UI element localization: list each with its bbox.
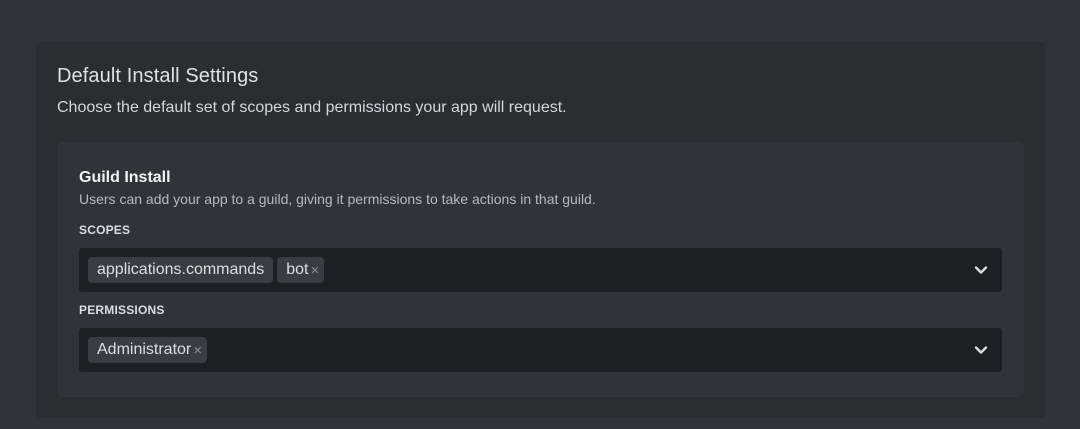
scope-tag-bot: bot ×	[277, 257, 325, 283]
scopes-label: SCOPES	[79, 223, 131, 237]
default-install-settings-card: Default Install Settings Choose the defa…	[36, 42, 1045, 418]
section-title: Default Install Settings	[57, 65, 259, 87]
permissions-label: PERMISSIONS	[79, 303, 165, 317]
guild-install-description: Users can add your app to a guild, givin…	[79, 191, 596, 207]
guild-install-title: Guild Install	[79, 169, 171, 186]
remove-permission-administrator-icon[interactable]: ×	[193, 342, 202, 359]
remove-scope-bot-icon[interactable]: ×	[310, 262, 319, 279]
permission-tag-label: Administrator	[97, 341, 192, 358]
guild-install-card: Guild Install Users can add your app to …	[57, 142, 1024, 397]
scope-tag-label: applications.commands	[97, 261, 265, 278]
chevron-down-icon[interactable]	[974, 345, 988, 355]
section-description: Choose the default set of scopes and per…	[57, 99, 567, 116]
scope-tag-label: bot	[286, 261, 309, 278]
permission-tag-administrator: Administrator ×	[88, 337, 208, 363]
scopes-select[interactable]: applications.commands bot ×	[79, 248, 1002, 292]
scope-tag-applications-commands: applications.commands	[88, 257, 274, 283]
chevron-down-icon[interactable]	[974, 265, 988, 275]
permissions-select[interactable]: Administrator ×	[79, 328, 1002, 372]
